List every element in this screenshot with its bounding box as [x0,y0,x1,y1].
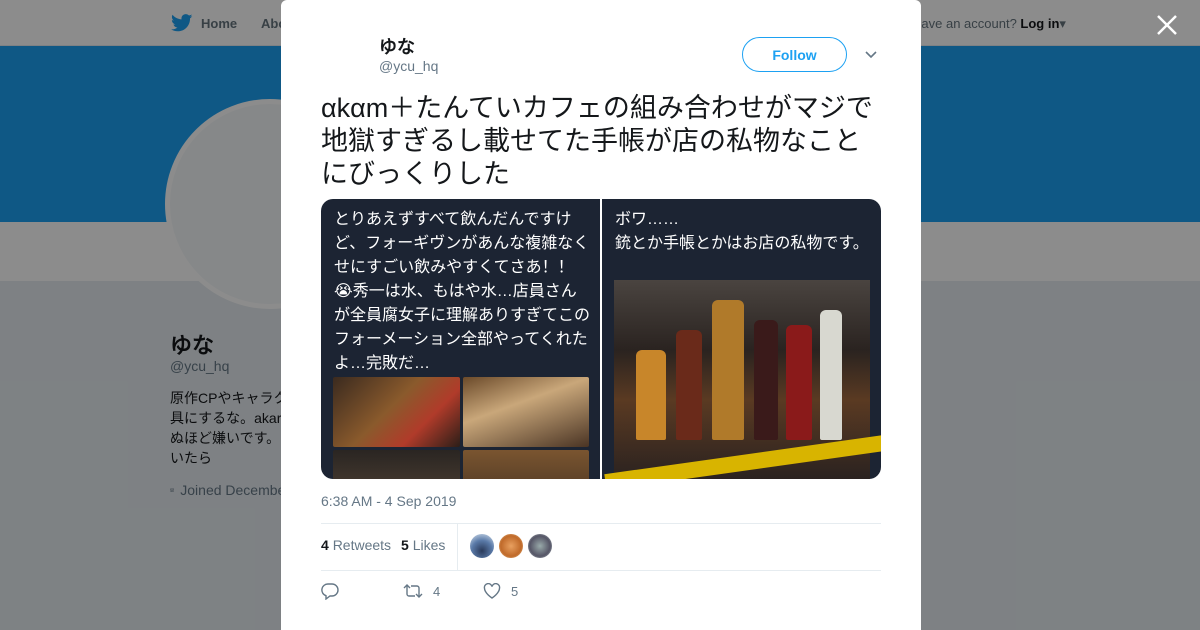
bottle-shape [786,325,812,440]
retweet-button[interactable]: 4 [403,583,483,599]
author-avatar[interactable] [321,30,369,78]
image-right-text: ボワ…… 銃とか手帳とかはお店の私物です。 [615,208,871,256]
heart-icon [483,583,501,599]
likes-count: 5 [401,537,409,553]
bottle-shape [712,300,744,440]
retweet-icon [403,584,423,598]
retweets-count: 4 [321,537,329,553]
liker-avatar[interactable] [499,534,523,558]
close-icon[interactable] [1154,12,1180,38]
follow-button[interactable]: Follow [742,37,847,72]
author-handle[interactable]: @ycu_hq [379,58,438,74]
thumbnail-photo [333,450,460,479]
bottles-photo [604,280,881,479]
tweet-text: αkαm＋たんていカフェの組み合わせがマジで地獄すぎるし載せてた手帳が店の私物な… [321,93,873,189]
reply-button[interactable] [321,582,403,600]
liker-avatars [470,534,552,558]
tweet-media[interactable]: とりあえずすべて飲んだんですけど、フォーギヴンがあんな複雑なくせにすごい飲みやす… [321,199,881,479]
image-right-text-line: ボワ…… [615,211,680,228]
chevron-down-icon[interactable] [863,46,879,62]
likes-label: Likes [412,537,446,553]
image-right-text-line: 銃とか手帳とかはお店の私物です。 [615,235,869,252]
liker-avatar[interactable] [470,534,494,558]
caution-tape [604,433,881,479]
divider [321,570,881,571]
thumbnail-photo [462,377,589,447]
bottle-shape [820,310,842,440]
like-count: 5 [511,583,519,599]
retweets-stat[interactable]: 4 Retweets [321,537,391,553]
tweet-actions: 4 5 [321,582,518,600]
likes-stat[interactable]: 5 Likes [401,537,445,553]
media-image-left[interactable]: とりあえずすべて飲んだんですけど、フォーギヴンがあんな複雑なくせにすごい飲みやす… [321,199,600,479]
media-image-right[interactable]: ボワ…… 銃とか手帳とかはお店の私物です。 [602,199,881,479]
thumbnail-photo [333,377,460,447]
thumbnail-photo [462,450,589,479]
image-left-thumbnails [333,377,589,479]
retweet-count: 4 [433,583,441,599]
tweet-stats: 4 Retweets 5 Likes [321,537,445,553]
like-button[interactable]: 5 [483,583,518,599]
bottle-shape [636,350,666,440]
retweets-label: Retweets [332,537,392,553]
reply-icon [321,583,339,600]
divider [321,523,881,524]
tweet-modal: ゆな @ycu_hq Follow αkαm＋たんていカフェの組み合わせがマジで… [281,0,921,630]
liker-avatar[interactable] [528,534,552,558]
tweet-timestamp[interactable]: 6:38 AM - 4 Sep 2019 [321,493,456,509]
image-left-text: とりあえずすべて飲んだんですけど、フォーギヴンがあんな複雑なくせにすごい飲みやす… [334,211,591,372]
author-name[interactable]: ゆな [379,33,415,59]
divider [457,524,458,570]
bottle-shape [676,330,702,440]
bottle-shape [754,320,778,440]
